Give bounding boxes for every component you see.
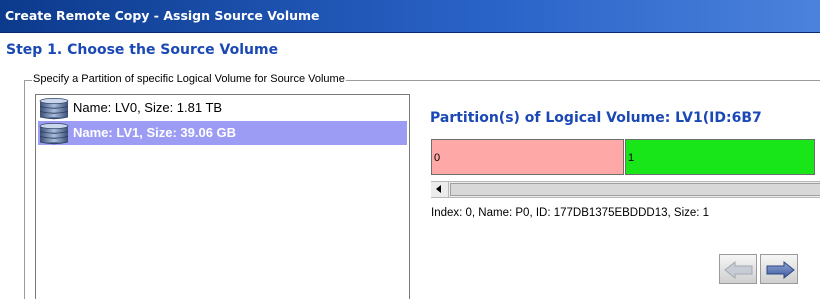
partition-panel-title: Partition(s) of Logical Volume: LV1(ID:6… [430, 110, 762, 126]
partition-scrollbar[interactable] [431, 181, 820, 198]
arrow-left-icon [724, 260, 753, 280]
title-bar: Create Remote Copy - Assign Source Volum… [0, 0, 820, 33]
partition-bar: 0 1 [431, 139, 820, 175]
create-remote-copy-window: Create Remote Copy - Assign Source Volum… [0, 0, 820, 299]
list-item-label: Name: LV1, Size: 39.06 GB [73, 125, 237, 140]
logical-volume-list[interactable]: Name: LV0, Size: 1.81 TB Name: LV1, Size… [35, 94, 410, 299]
window-title: Create Remote Copy - Assign Source Volum… [5, 8, 320, 23]
partition-label: 0 [434, 152, 441, 164]
arrow-right-icon [766, 260, 795, 280]
previous-button[interactable] [719, 254, 757, 284]
scroll-left-arrow-icon[interactable] [431, 182, 449, 197]
list-item-lv0[interactable]: Name: LV0, Size: 1.81 TB [38, 96, 407, 120]
partition-cell-0[interactable]: 0 [431, 139, 624, 175]
next-button[interactable] [760, 254, 798, 284]
partition-cell-1[interactable]: 1 [625, 139, 815, 175]
step-heading: Step 1. Choose the Source Volume [6, 42, 279, 58]
partition-label: 1 [628, 152, 635, 164]
database-icon [39, 98, 69, 120]
list-item-label: Name: LV0, Size: 1.81 TB [73, 100, 223, 115]
partition-info: Index: 0, Name: P0, ID: 177DB1375EBDDD13… [431, 207, 710, 219]
groupbox-legend: Specify a Partition of specific Logical … [32, 73, 346, 85]
database-icon [39, 123, 69, 145]
list-item-lv1[interactable]: Name: LV1, Size: 39.06 GB [38, 121, 407, 145]
scrollbar-thumb[interactable] [450, 183, 820, 196]
